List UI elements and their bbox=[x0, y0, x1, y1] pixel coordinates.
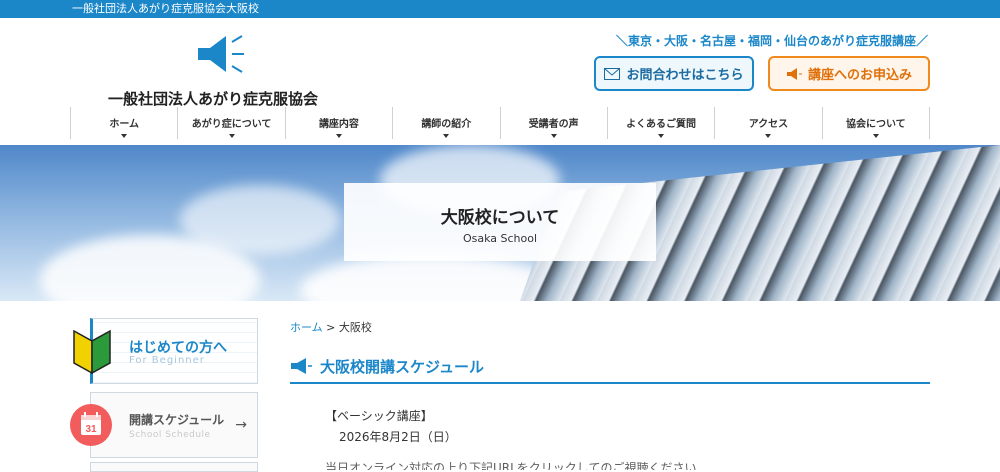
schedule-card[interactable]: 開講スケジュール School Schedule → bbox=[90, 392, 258, 458]
caret-down-icon bbox=[765, 134, 772, 138]
hero-title-box: 大阪校について Osaka School bbox=[344, 183, 656, 261]
course-name: 【ベーシック講座】 bbox=[325, 409, 433, 423]
hero-title: 大阪校について bbox=[440, 208, 560, 228]
apply-button[interactable]: 講座へのお申込み bbox=[768, 56, 930, 91]
nav-label: アクセス bbox=[748, 119, 789, 130]
nav-item-about-agari[interactable]: あがり症について bbox=[177, 107, 284, 139]
nav-label: あがり症について bbox=[191, 119, 272, 130]
section-heading: 大阪校開講スケジュール bbox=[290, 350, 930, 384]
tagline: ＼東京・大阪・名古屋・福岡・仙台のあがり症克服講座／ bbox=[615, 34, 928, 48]
caret-down-icon bbox=[550, 134, 557, 138]
megaphone-icon bbox=[786, 67, 802, 80]
nav-item-instructors[interactable]: 講師の紹介 bbox=[392, 107, 499, 139]
arrow-right-icon: → bbox=[235, 417, 247, 433]
course-date: 2026年8月2日（日） bbox=[339, 430, 457, 444]
hero-subtitle: Osaka School bbox=[462, 232, 538, 245]
megaphone-icon bbox=[198, 35, 244, 73]
calendar-icon: 31 bbox=[70, 404, 112, 446]
caret-down-icon bbox=[335, 134, 342, 138]
nav-item-home[interactable]: ホーム bbox=[70, 107, 177, 139]
hero-banner: 大阪校について Osaka School bbox=[0, 145, 1000, 301]
mail-icon bbox=[604, 67, 621, 80]
breadcrumb-home[interactable]: ホーム bbox=[290, 321, 323, 334]
caret-down-icon bbox=[658, 134, 665, 138]
logo[interactable]: 一般社団法人あがり症克服協会 bbox=[108, 32, 328, 108]
beginner-card[interactable]: はじめての方へ For Beginner bbox=[90, 318, 258, 384]
nav-item-faq[interactable]: よくあるご質問 bbox=[606, 107, 714, 139]
apply-label: 講座へのお申込み bbox=[807, 68, 912, 83]
nav-item-access[interactable]: アクセス bbox=[714, 107, 821, 139]
nav-item-voices[interactable]: 受講者の声 bbox=[499, 107, 607, 139]
breadcrumb-current: 大阪校 bbox=[338, 321, 372, 334]
header: 一般社団法人あがり症克服協会 ＼東京・大阪・名古屋・福岡・仙台のあがり症克服講座… bbox=[0, 18, 1000, 108]
megaphone-icon bbox=[291, 358, 312, 374]
cloud bbox=[180, 185, 340, 255]
caret-down-icon bbox=[872, 134, 879, 138]
caret-down-icon bbox=[121, 134, 128, 138]
nav-label: よくあるご質問 bbox=[626, 119, 697, 130]
beginner-title: はじめての方へ bbox=[129, 340, 227, 356]
section-title: 大阪校開講スケジュール bbox=[320, 357, 484, 376]
beginner-subtitle: For Beginner bbox=[129, 355, 205, 366]
nav-label: 受講者の声 bbox=[528, 119, 579, 130]
schedule-subtitle: School Schedule bbox=[129, 430, 211, 440]
schedule-content: 【ベーシック講座】 2026年8月2日（日） 当日オンライン対応の上り下記URL… bbox=[325, 406, 696, 470]
caret-down-icon bbox=[228, 134, 235, 138]
nav-label: ホーム bbox=[109, 119, 140, 130]
global-nav: ホーム あがり症について 講座内容 講師の紹介 受講者の声 よくあるご質問 アク… bbox=[70, 107, 930, 139]
top-bar: 一般社団法人あがり症克服協会大阪校 bbox=[0, 0, 1000, 18]
nav-label: 協会について bbox=[845, 119, 906, 130]
topbar-text: 一般社団法人あがり症克服協会大阪校 bbox=[72, 2, 259, 15]
nav-item-association[interactable]: 協会について bbox=[821, 107, 930, 139]
calendar-number: 31 bbox=[85, 424, 97, 435]
breadcrumb-separator: > bbox=[326, 321, 336, 334]
schedule-title: 開講スケジュール bbox=[129, 413, 225, 427]
logo-name: 一般社団法人あがり症克服協会 bbox=[108, 90, 319, 108]
nav-item-course[interactable]: 講座内容 bbox=[284, 107, 392, 139]
contact-button[interactable]: お問合わせはこちら bbox=[594, 56, 754, 91]
beginner-mark-icon bbox=[73, 329, 111, 375]
cloud bbox=[300, 255, 560, 301]
nav-label: 講座内容 bbox=[318, 119, 359, 130]
caret-down-icon bbox=[443, 134, 450, 138]
cut-off-text: 当日オンライン対応の上り下記URLをクリックしてのご視聴ください bbox=[325, 461, 697, 470]
contact-label: お問合わせはこちら bbox=[626, 68, 744, 83]
breadcrumb: ホーム > 大阪校 bbox=[290, 319, 372, 335]
next-side-card[interactable] bbox=[90, 462, 258, 472]
nav-label: 講師の紹介 bbox=[421, 119, 472, 130]
